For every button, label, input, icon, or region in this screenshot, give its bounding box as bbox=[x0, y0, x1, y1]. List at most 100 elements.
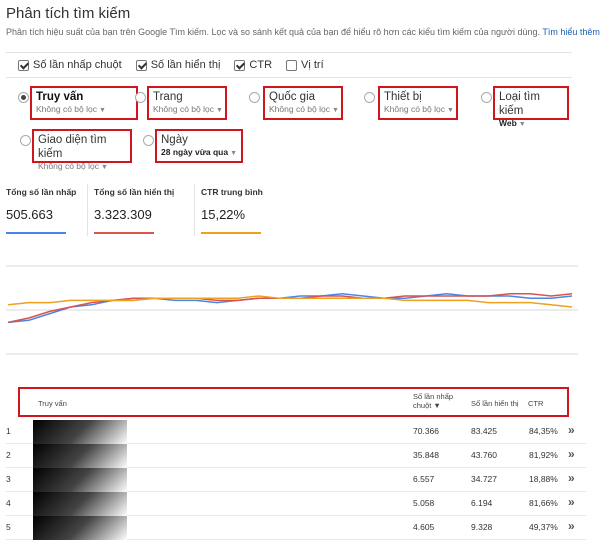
radio-icon[interactable] bbox=[135, 92, 146, 103]
dimension-label: Giao diện tìm kiếm bbox=[38, 134, 107, 160]
dimension-filter-dropdown[interactable]: 28 ngày vừa qua ▼ bbox=[161, 147, 237, 159]
page-title: Phân tích tìm kiếm bbox=[6, 5, 131, 22]
total-label: Tổng số lần hiển thị bbox=[94, 187, 175, 197]
radio-icon[interactable] bbox=[364, 92, 375, 103]
column-header-clicks[interactable]: Số lần nhấp chuột ▼ bbox=[413, 392, 461, 410]
page-subtitle: Phân tích hiệu suất của bạn trên Google … bbox=[6, 27, 600, 37]
row-number: 2 bbox=[6, 450, 11, 460]
cell-clicks: 4.605 bbox=[413, 522, 435, 532]
dimension-label: Thiết bị bbox=[384, 91, 422, 103]
table-row[interactable]: 3 6.557 34.727 18,88% » bbox=[6, 468, 586, 492]
radio-icon[interactable] bbox=[249, 92, 260, 103]
cell-impressions: 34.727 bbox=[471, 474, 497, 484]
dimension-filter-dropdown[interactable]: Không có bộ lọc ▼ bbox=[36, 104, 132, 116]
radio-icon[interactable] bbox=[481, 92, 492, 103]
column-header-query[interactable]: Truy vấn bbox=[38, 399, 67, 408]
dimension-label: Ngày bbox=[161, 134, 188, 146]
checkbox-icon[interactable] bbox=[286, 59, 298, 71]
table-row[interactable]: 2 35.848 43.760 81,92% » bbox=[6, 444, 586, 468]
cell-clicks: 6.557 bbox=[413, 474, 435, 484]
caret-down-icon: ▼ bbox=[331, 107, 339, 114]
dimension-label: Loại tìm kiếm bbox=[499, 91, 540, 117]
dimension-filter-dropdown[interactable]: Không có bộ lọc ▼ bbox=[153, 104, 223, 116]
column-header-ctr[interactable]: CTR bbox=[528, 399, 543, 408]
metric-ctr-checkbox[interactable]: CTR bbox=[234, 59, 272, 71]
metric-clicks-checkbox[interactable]: Số lần nhấp chuột bbox=[18, 59, 122, 71]
totals-row: Tổng số lần nhấp 505.663 Tổng số lần hiể… bbox=[0, 184, 285, 236]
cell-impressions: 43.760 bbox=[471, 450, 497, 460]
subtitle-text: Phân tích hiệu suất của bạn trên Google … bbox=[6, 27, 540, 37]
total-value: 15,22% bbox=[201, 207, 246, 222]
cell-impressions: 83.425 bbox=[471, 426, 497, 436]
performance-line-chart bbox=[6, 265, 578, 355]
total-label: Tổng số lần nhấp bbox=[6, 187, 77, 197]
checkbox-icon[interactable] bbox=[135, 59, 147, 71]
redacted-query bbox=[33, 492, 127, 516]
radio-icon[interactable] bbox=[20, 135, 31, 146]
row-number: 1 bbox=[6, 426, 11, 436]
metrics-bar: Số lần nhấp chuột Số lần hiển thị CTR Vị… bbox=[6, 52, 572, 78]
caret-down-icon: ▼ bbox=[100, 164, 108, 171]
metric-label: Số lần hiển thị bbox=[150, 59, 221, 71]
double-chevron-right-icon[interactable]: » bbox=[568, 423, 575, 437]
metric-label: Vị trí bbox=[301, 59, 324, 71]
cell-impressions: 9.328 bbox=[471, 522, 493, 532]
cell-impressions: 6.194 bbox=[471, 498, 493, 508]
caret-down-icon: ▼ bbox=[230, 150, 238, 157]
learn-more-link[interactable]: Tìm hiểu thêm. bbox=[542, 27, 600, 37]
cell-clicks: 70.366 bbox=[413, 426, 439, 436]
table-row[interactable]: 5 4.605 9.328 49,37% » bbox=[6, 516, 586, 540]
total-impressions: Tổng số lần hiển thị 3.323.309 bbox=[88, 184, 195, 236]
metric-impressions-checkbox[interactable]: Số lần hiển thị bbox=[135, 59, 221, 71]
table-row[interactable]: 1 70.366 83.425 84,35% » bbox=[6, 420, 586, 444]
chart-series bbox=[7, 293, 573, 324]
cell-clicks: 5.058 bbox=[413, 498, 435, 508]
caret-down-icon: ▼ bbox=[98, 107, 106, 114]
redacted-query bbox=[33, 516, 127, 540]
redacted-query bbox=[33, 420, 127, 444]
total-ctr: CTR trung bình 15,22% bbox=[195, 184, 285, 236]
dimension-filter-dropdown[interactable]: Không có bộ lọc ▼ bbox=[384, 104, 454, 116]
dimension-label: Trang bbox=[153, 91, 183, 103]
table-row[interactable]: 4 5.058 6.194 81,66% » bbox=[6, 492, 586, 516]
row-number: 5 bbox=[6, 522, 11, 532]
dimension-filter-dropdown[interactable]: Không có bộ lọc ▼ bbox=[38, 161, 126, 173]
cell-clicks: 35.848 bbox=[413, 450, 439, 460]
total-value: 3.323.309 bbox=[94, 207, 152, 222]
checkbox-icon[interactable] bbox=[234, 59, 246, 71]
double-chevron-right-icon[interactable]: » bbox=[568, 519, 575, 533]
cell-ctr: 18,88% bbox=[529, 474, 558, 484]
series-swatch bbox=[201, 232, 261, 234]
metric-label: CTR bbox=[249, 59, 273, 71]
redacted-query bbox=[33, 468, 127, 492]
double-chevron-right-icon[interactable]: » bbox=[568, 471, 575, 485]
double-chevron-right-icon[interactable]: » bbox=[568, 447, 575, 461]
results-table-header: Truy vấn Số lần nhấp chuột ▼ Số lần hiển… bbox=[18, 387, 569, 417]
total-clicks: Tổng số lần nhấp 505.663 bbox=[0, 184, 88, 236]
dimension-label: Quốc gia bbox=[269, 91, 316, 103]
cell-ctr: 81,66% bbox=[529, 498, 558, 508]
dimension-filter-dropdown[interactable]: Web ▼ bbox=[499, 118, 563, 130]
column-header-impressions[interactable]: Số lần hiển thị bbox=[471, 399, 519, 408]
radio-icon[interactable] bbox=[143, 135, 154, 146]
series-swatch bbox=[6, 232, 66, 234]
dimension-filter-dropdown[interactable]: Không có bộ lọc ▼ bbox=[269, 104, 339, 116]
radio-selected-icon[interactable] bbox=[18, 92, 29, 103]
caret-down-icon: ▼ bbox=[215, 107, 223, 114]
series-swatch bbox=[94, 232, 154, 234]
metric-position-checkbox[interactable]: Vị trí bbox=[286, 59, 324, 71]
metric-label: Số lần nhấp chuột bbox=[33, 59, 122, 71]
row-number: 3 bbox=[6, 474, 11, 484]
checkbox-icon[interactable] bbox=[18, 59, 29, 71]
row-number: 4 bbox=[6, 498, 11, 508]
chart-grid bbox=[6, 265, 578, 355]
cell-ctr: 81,92% bbox=[529, 450, 558, 460]
redacted-query bbox=[33, 444, 127, 468]
dimension-label: Truy vấn bbox=[36, 91, 84, 103]
total-value: 505.663 bbox=[6, 207, 53, 222]
caret-down-icon: ▼ bbox=[518, 121, 526, 128]
cell-ctr: 49,37% bbox=[529, 522, 558, 532]
cell-ctr: 84,35% bbox=[529, 426, 558, 436]
double-chevron-right-icon[interactable]: » bbox=[568, 495, 575, 509]
caret-down-icon: ▼ bbox=[446, 107, 454, 114]
